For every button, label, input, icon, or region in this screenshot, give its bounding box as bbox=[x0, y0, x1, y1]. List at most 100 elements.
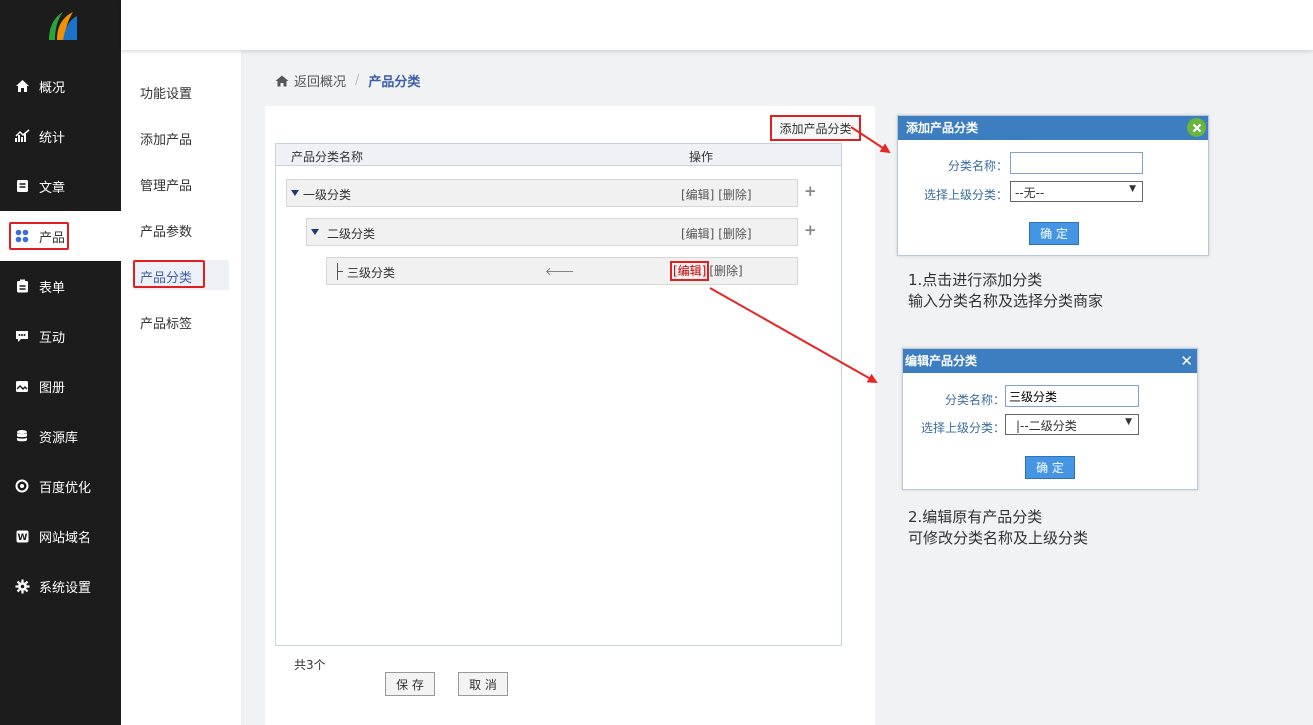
sub-item-product-category[interactable]: 产品分类 bbox=[140, 267, 192, 286]
confirm-button[interactable]: 确 定 bbox=[1025, 456, 1075, 479]
logo-icon bbox=[48, 12, 77, 40]
target-icon bbox=[14, 478, 30, 494]
dropdown-arrow-icon: ▼ bbox=[1125, 417, 1132, 427]
sidebar-item-seo[interactable]: 百度优化 bbox=[0, 461, 121, 511]
chat-icon bbox=[14, 328, 30, 344]
sidebar-item-articles[interactable]: 文章 bbox=[0, 161, 121, 211]
sidebar-item-resources[interactable]: 资源库 bbox=[0, 411, 121, 461]
tree-header: 产品分类名称 操作 bbox=[276, 144, 841, 166]
note-line: 输入分类名称及选择分类商家 bbox=[908, 292, 1104, 310]
dialog-title: 编辑产品分类 bbox=[905, 354, 978, 368]
category-name-input[interactable] bbox=[1010, 152, 1143, 174]
edit-link[interactable]: [编辑] bbox=[670, 261, 710, 281]
sidebar-item-label: 统计 bbox=[39, 130, 66, 146]
breadcrumb-back-label: 返回概况 bbox=[294, 75, 347, 90]
breadcrumb-current: 产品分类 bbox=[368, 75, 421, 90]
sidebar-item-overview[interactable]: 概况 bbox=[0, 61, 121, 111]
tree-line bbox=[337, 271, 343, 272]
parent-category-value: --无-- bbox=[1015, 186, 1045, 200]
parent-category-label: 选择上级分类： bbox=[920, 421, 1005, 435]
tree-row: 二级分类 [编辑] [删除] bbox=[306, 218, 798, 246]
save-button[interactable]: 保 存 bbox=[385, 672, 435, 696]
total-count: 共3个 bbox=[294, 658, 326, 672]
highlight-box bbox=[9, 222, 69, 250]
expand-triangle-icon[interactable] bbox=[291, 190, 299, 196]
sidebar-item-label: 资源库 bbox=[39, 430, 79, 446]
category-name: 一级分类 bbox=[303, 188, 352, 202]
sidebar-item-label: 互动 bbox=[39, 330, 66, 346]
chart-icon bbox=[14, 128, 30, 144]
category-name: 二级分类 bbox=[327, 227, 376, 241]
tree-row: 三级分类 🡐 [编辑] [删除] bbox=[326, 257, 798, 285]
confirm-button[interactable]: 确 定 bbox=[1029, 222, 1079, 245]
tree-row: 一级分类 [编辑] [删除] bbox=[286, 179, 798, 207]
sub-item-product-tags[interactable]: 产品标签 bbox=[140, 313, 192, 332]
sidebar-item-domain[interactable]: W 网站域名 bbox=[0, 511, 121, 561]
sidebar-item-label: 系统设置 bbox=[39, 580, 92, 596]
top-header bbox=[121, 0, 1313, 50]
note-line: 2.编辑原有产品分类 bbox=[908, 508, 1043, 526]
category-tree: 产品分类名称 操作 一级分类 [编辑] [删除] + 二级分类 [编辑] [删除… bbox=[275, 143, 842, 646]
note-line: 可修改分类名称及上级分类 bbox=[908, 529, 1089, 547]
album-icon bbox=[14, 378, 30, 394]
delete-link[interactable]: [删除] bbox=[718, 188, 751, 202]
sidebar-item-products[interactable]: 产品 bbox=[0, 211, 121, 261]
dialog-title-bar: 编辑产品分类 ✕ bbox=[903, 349, 1197, 373]
category-name: 三级分类 bbox=[347, 266, 396, 280]
parent-category-select[interactable]: |--二级分类 ▼ bbox=[1005, 414, 1139, 435]
home-icon bbox=[275, 75, 289, 86]
sub-item-manage-products[interactable]: 管理产品 bbox=[140, 175, 192, 194]
sidebar-item-forms[interactable]: 表单 bbox=[0, 261, 121, 311]
dropdown-arrow-icon: ▼ bbox=[1129, 184, 1136, 194]
cancel-button[interactable]: 取 消 bbox=[458, 672, 508, 696]
sidebar-item-label: 概况 bbox=[39, 80, 66, 96]
sidebar-item-album[interactable]: 图册 bbox=[0, 361, 121, 411]
add-child-plus-icon[interactable]: + bbox=[804, 182, 817, 200]
sidebar-item-interaction[interactable]: 互动 bbox=[0, 311, 121, 361]
svg-text:W: W bbox=[17, 533, 27, 543]
dialog-title-bar: 添加产品分类 bbox=[898, 116, 1208, 140]
clipboard-icon bbox=[14, 278, 30, 294]
parent-category-value: |--二级分类 bbox=[1016, 419, 1077, 433]
arrow-left-icon[interactable]: 🡐 bbox=[545, 264, 575, 278]
sub-item-product-params[interactable]: 产品参数 bbox=[140, 221, 192, 240]
sidebar-item-label: 百度优化 bbox=[39, 480, 92, 496]
sidebar-item-settings[interactable]: 系统设置 bbox=[0, 561, 121, 611]
add-category-button[interactable]: 添加产品分类 bbox=[770, 115, 861, 141]
sidebar-item-label: 图册 bbox=[39, 380, 66, 396]
main-sidebar: 概况 统计 文章 产品 表单 互动 图册 资源库 百度优化 W 网站域名 系统设… bbox=[0, 0, 121, 725]
breadcrumb: 返回概况 / 产品分类 bbox=[275, 71, 420, 90]
column-header-name: 产品分类名称 bbox=[291, 150, 364, 164]
parent-category-label: 选择上级分类： bbox=[923, 188, 1008, 202]
category-name-label: 分类名称： bbox=[944, 393, 1005, 407]
parent-category-select[interactable]: --无-- ▼ bbox=[1010, 181, 1143, 202]
instruction-note-2: 2.编辑原有产品分类 可修改分类名称及上级分类 bbox=[908, 507, 1088, 549]
close-icon[interactable]: ✕ bbox=[1180, 352, 1193, 370]
app-logo[interactable] bbox=[0, 0, 121, 50]
expand-triangle-icon[interactable] bbox=[311, 229, 319, 235]
document-icon bbox=[14, 178, 30, 194]
database-icon bbox=[14, 428, 30, 444]
breadcrumb-back-link[interactable]: 返回概况 bbox=[275, 71, 346, 90]
sub-sidebar: 功能设置 添加产品 管理产品 产品参数 产品分类 产品标签 bbox=[121, 50, 242, 725]
add-child-plus-icon[interactable]: + bbox=[804, 221, 817, 239]
edit-link[interactable]: [编辑] bbox=[681, 188, 714, 202]
close-icon[interactable] bbox=[1187, 118, 1206, 137]
delete-link[interactable]: [删除] bbox=[718, 227, 751, 241]
instruction-note-1: 1.点击进行添加分类 输入分类名称及选择分类商家 bbox=[908, 270, 1103, 312]
sub-item-add-product[interactable]: 添加产品 bbox=[140, 129, 192, 148]
delete-link[interactable]: [删除] bbox=[709, 264, 742, 278]
sidebar-item-label: 文章 bbox=[39, 180, 66, 196]
edit-link[interactable]: [编辑] bbox=[681, 227, 714, 241]
sub-item-function-settings[interactable]: 功能设置 bbox=[140, 83, 192, 102]
w-icon: W bbox=[14, 528, 30, 544]
category-name-label: 分类名称： bbox=[947, 159, 1008, 173]
sidebar-item-stats[interactable]: 统计 bbox=[0, 111, 121, 161]
breadcrumb-separator: / bbox=[355, 73, 360, 88]
home-icon bbox=[14, 78, 30, 94]
dialog-title: 添加产品分类 bbox=[906, 121, 979, 135]
sidebar-item-label: 表单 bbox=[39, 280, 66, 296]
category-name-input[interactable] bbox=[1005, 385, 1139, 407]
note-line: 1.点击进行添加分类 bbox=[908, 271, 1043, 289]
gear-icon bbox=[14, 578, 30, 594]
